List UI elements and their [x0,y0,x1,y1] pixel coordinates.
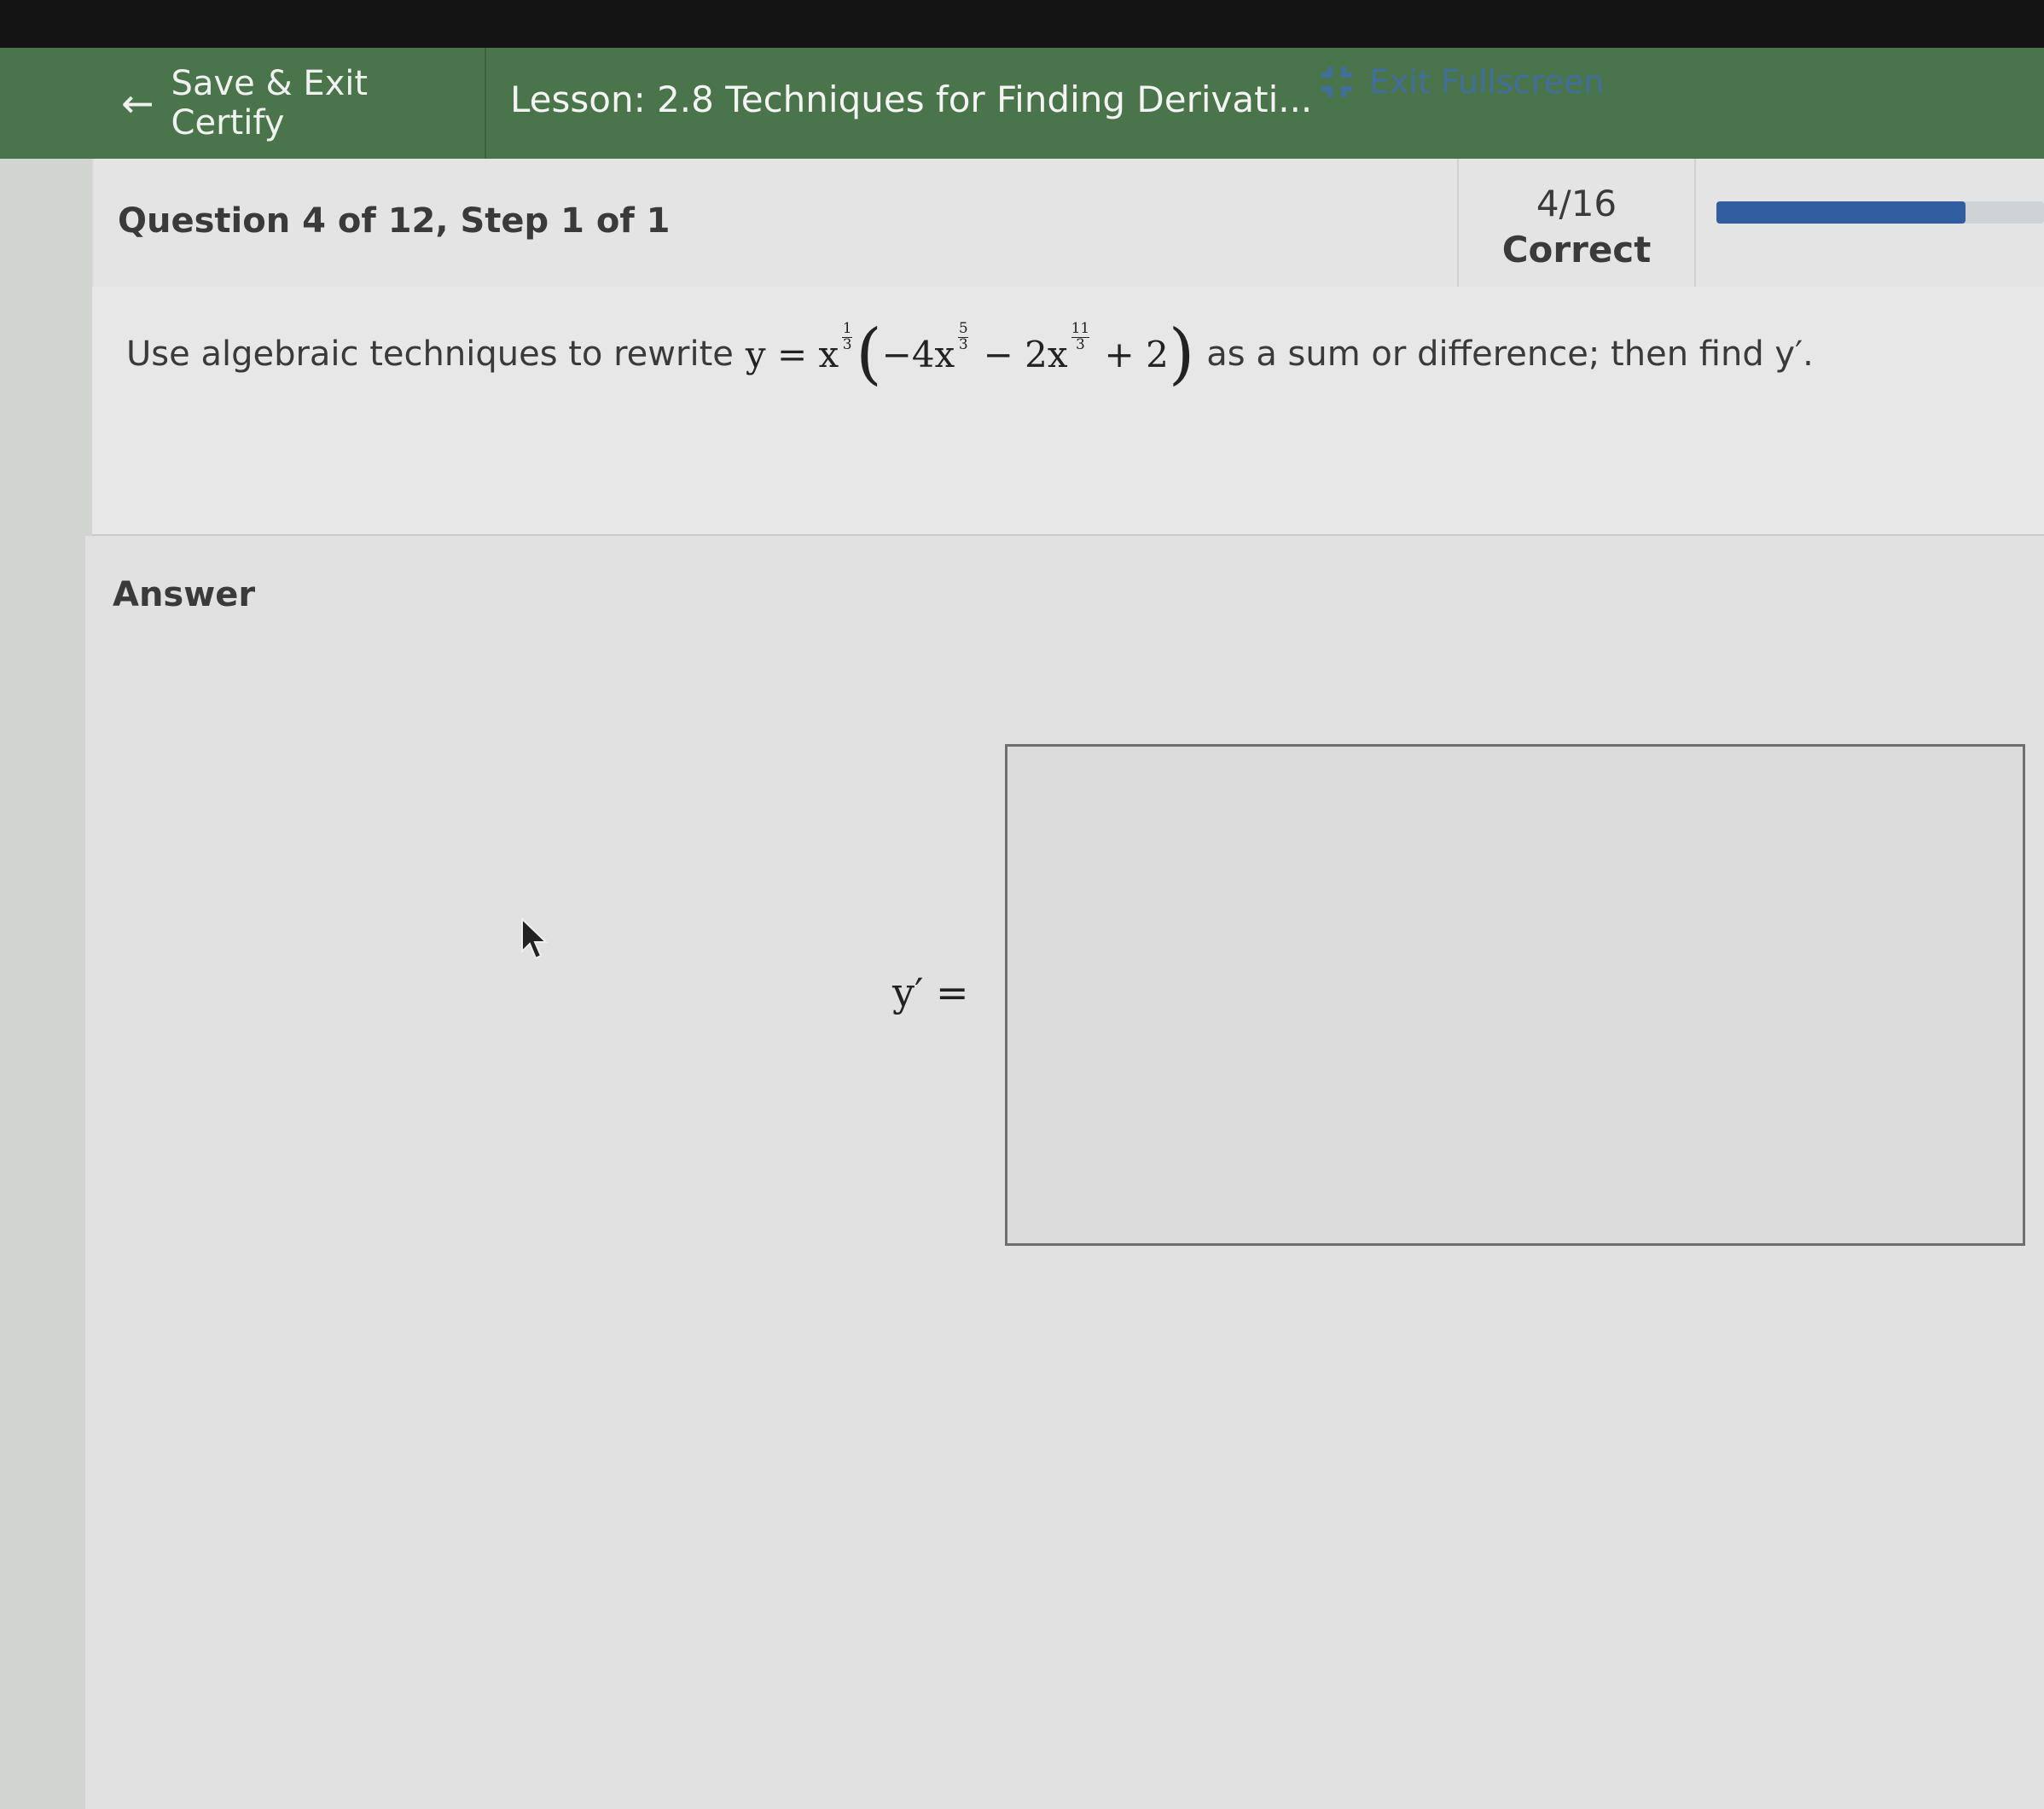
exp3-num: 11 [1071,319,1090,337]
question-text: Use algebraic techniques to rewrite y = … [126,321,1814,387]
exit-fullscreen-icon [1321,67,1352,97]
question-prefix: Use algebraic techniques to rewrite [126,334,734,374]
exp1-num: 1 [842,319,852,337]
exponent-eleven-thirds: 11 3 [1071,319,1090,353]
question-panel: Use algebraic techniques to rewrite y = … [92,287,2044,536]
answer-panel: Answer y′ = [85,536,2044,1809]
eq-plus-two: + 2 [1093,333,1169,375]
score-label: Correct [1501,229,1652,270]
answer-input[interactable] [1005,744,2025,1246]
answer-heading: Answer [113,575,256,614]
question-suffix: as a sum or difference; then find y′. [1206,334,1814,374]
exit-fullscreen-button[interactable]: Exit Fullscreen [1318,56,1604,108]
score-box: 4/16 Correct [1457,159,1696,287]
progress-fill [1716,201,1966,224]
eq-equals: = [765,333,819,375]
term-1: −4x [881,333,955,375]
eq-x: x [818,333,839,375]
exp2-num: 5 [958,319,968,337]
exp3-den: 3 [1075,335,1085,353]
eq-y: y [745,333,766,375]
left-paren: ( [856,316,882,393]
progress-bar [1716,201,2044,224]
term-2: 2x [1025,333,1068,375]
y-prime-label: y′ = [892,969,969,1015]
score-value: 4/16 [1536,183,1617,224]
question-step-label: Question 4 of 12, Step 1 of 1 [118,201,671,241]
mouse-pointer-icon [521,917,549,960]
eq-minus: − [972,333,1025,375]
back-arrow-icon: ← [121,80,154,126]
exponent-one-third: 1 3 [842,319,853,353]
exp2-den: 3 [958,335,968,353]
question-status-bar: Question 4 of 12, Step 1 of 1 4/16 Corre… [94,159,2044,288]
lesson-title: Lesson: 2.8 Techniques for Finding Deriv… [510,78,1313,120]
right-paren: ) [1168,316,1195,393]
left-margin [0,51,92,1809]
save-exit-button[interactable]: ← Save & Exit Certify [96,48,486,159]
save-exit-label: Save & Exit Certify [171,64,369,143]
exit-fullscreen-label: Exit Fullscreen [1369,63,1605,101]
exp1-den: 3 [842,335,852,353]
question-equation: y = x 1 3 ( −4x 5 3 − 2x 11 3 + 2) [746,321,1194,387]
exponent-five-thirds: 5 3 [958,319,969,353]
screen-bezel [0,0,2044,51]
